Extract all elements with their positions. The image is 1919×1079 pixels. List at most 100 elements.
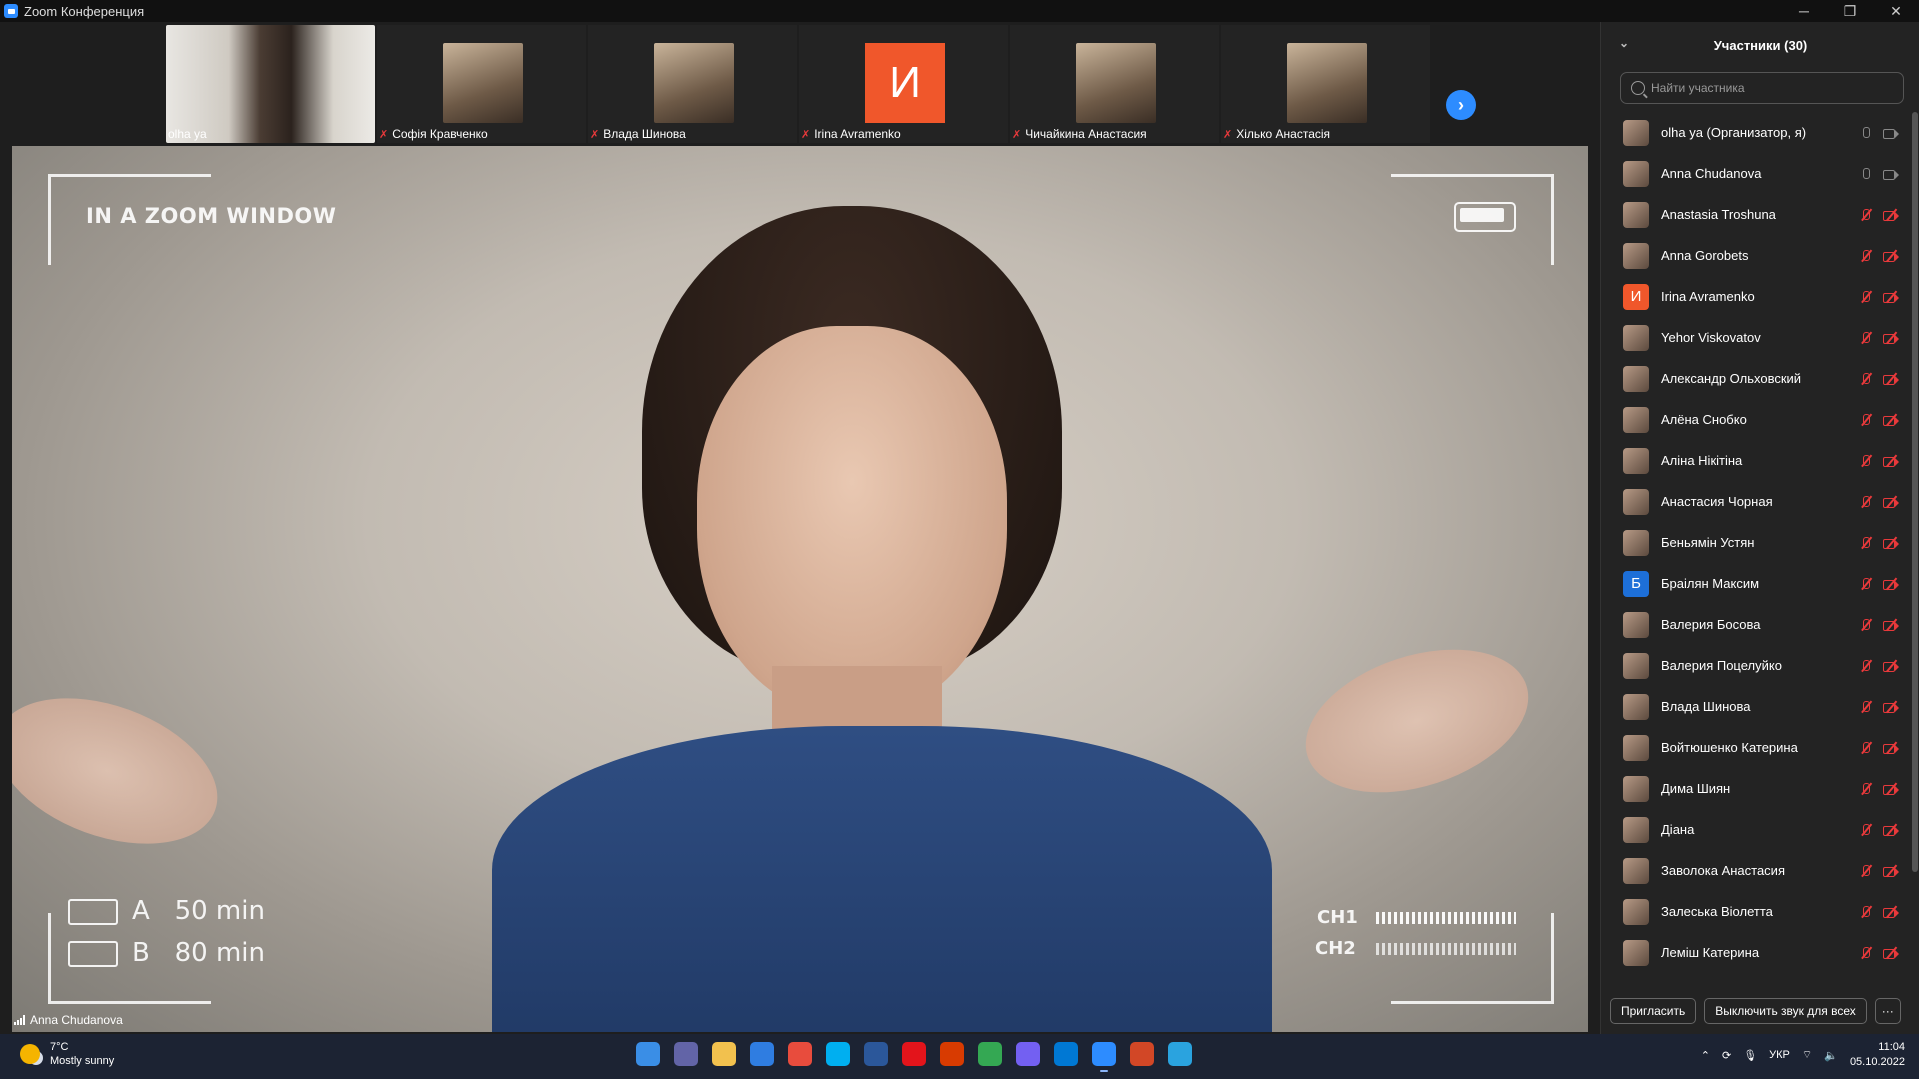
participant-row[interactable]: Беньямін Устян bbox=[1601, 522, 1919, 563]
participants-scrollbar[interactable] bbox=[1912, 112, 1918, 872]
chrome-2-icon[interactable] bbox=[978, 1042, 1002, 1066]
camera-off-icon[interactable] bbox=[1883, 946, 1899, 960]
clock[interactable]: 11:04 05.10.2022 bbox=[1850, 1040, 1905, 1070]
gallery-tile[interactable]: ✗ Софія Кравченко bbox=[377, 25, 586, 143]
participant-row[interactable]: Валерия Босова bbox=[1601, 604, 1919, 645]
mic-muted-icon[interactable] bbox=[1858, 700, 1873, 714]
mic-muted-icon[interactable] bbox=[1858, 536, 1873, 550]
camera-off-icon[interactable] bbox=[1883, 208, 1899, 222]
language-indicator[interactable]: УКР bbox=[1769, 1049, 1790, 1061]
participant-row[interactable]: Заволока Анастасия bbox=[1601, 850, 1919, 891]
participant-row[interactable]: Анастасия Чорная bbox=[1601, 481, 1919, 522]
wifi-icon[interactable]: ⌔ bbox=[1802, 1048, 1812, 1062]
more-options-button[interactable]: ··· bbox=[1874, 998, 1901, 1024]
mic-muted-icon[interactable] bbox=[1858, 495, 1873, 509]
zoom-icon[interactable] bbox=[1092, 1042, 1116, 1072]
camera-off-icon[interactable] bbox=[1883, 618, 1899, 632]
camera-off-icon[interactable] bbox=[1883, 864, 1899, 878]
close-button[interactable]: ✕ bbox=[1873, 0, 1919, 22]
chevron-up-icon[interactable]: ⌃ bbox=[1701, 1049, 1710, 1062]
invite-button[interactable]: Пригласить bbox=[1610, 998, 1697, 1024]
camera-off-icon[interactable] bbox=[1883, 577, 1899, 591]
mic-muted-icon[interactable] bbox=[1858, 331, 1873, 345]
mic-icon[interactable] bbox=[1858, 167, 1873, 181]
camera-off-icon[interactable] bbox=[1883, 659, 1899, 673]
camera-off-icon[interactable] bbox=[1883, 290, 1899, 304]
camera-off-icon[interactable] bbox=[1883, 741, 1899, 755]
gallery-tile[interactable]: ✗ Хілько Анастасія bbox=[1221, 25, 1430, 143]
participant-row[interactable]: Влада Шинова bbox=[1601, 686, 1919, 727]
camera-off-icon[interactable] bbox=[1883, 249, 1899, 263]
gallery-tile[interactable]: ✗ Чичайкина Анастасия bbox=[1010, 25, 1219, 143]
mic-muted-icon[interactable] bbox=[1858, 946, 1873, 960]
word-icon[interactable] bbox=[864, 1042, 888, 1066]
camera-off-icon[interactable] bbox=[1883, 782, 1899, 796]
participant-row[interactable]: Залеська Віолетта bbox=[1601, 891, 1919, 932]
telegram-icon[interactable] bbox=[1168, 1042, 1192, 1066]
windows-start-icon[interactable] bbox=[636, 1042, 660, 1066]
mic-muted-icon[interactable] bbox=[1858, 290, 1873, 304]
next-page-button[interactable]: › bbox=[1446, 90, 1476, 120]
volume-icon[interactable]: 🔈 bbox=[1824, 1049, 1838, 1062]
camera-off-icon[interactable] bbox=[1883, 823, 1899, 837]
sync-icon[interactable]: ⟳ bbox=[1722, 1049, 1731, 1062]
participant-row[interactable]: Діана bbox=[1601, 809, 1919, 850]
mic-muted-icon[interactable] bbox=[1858, 864, 1873, 878]
teams-chat-icon[interactable] bbox=[674, 1042, 698, 1066]
viber-icon[interactable] bbox=[1016, 1042, 1040, 1066]
camera-icon[interactable] bbox=[1883, 126, 1899, 140]
search-participant-input[interactable]: Найти участника bbox=[1620, 72, 1904, 104]
camera-off-icon[interactable] bbox=[1883, 454, 1899, 468]
camera-off-icon[interactable] bbox=[1883, 700, 1899, 714]
mic-muted-icon[interactable] bbox=[1858, 905, 1873, 919]
participant-row[interactable]: Anastasia Troshuna bbox=[1601, 194, 1919, 235]
gallery-tile[interactable]: И ✗ Irina Avramenko bbox=[799, 25, 1008, 143]
mic-muted-icon[interactable] bbox=[1858, 659, 1873, 673]
mic-muted-icon[interactable] bbox=[1858, 618, 1873, 632]
participant-row[interactable]: Yehor Viskovatov bbox=[1601, 317, 1919, 358]
camera-off-icon[interactable] bbox=[1883, 372, 1899, 386]
participant-row[interactable]: Александр Ольховский bbox=[1601, 358, 1919, 399]
mic-muted-icon[interactable] bbox=[1858, 208, 1873, 222]
camera-off-icon[interactable] bbox=[1883, 905, 1899, 919]
photos-icon[interactable] bbox=[1054, 1042, 1078, 1066]
file-explorer-icon[interactable] bbox=[712, 1042, 736, 1066]
chrome-icon[interactable] bbox=[788, 1042, 812, 1066]
participant-row[interactable]: И Irina Avramenko bbox=[1601, 276, 1919, 317]
office-icon[interactable] bbox=[940, 1042, 964, 1066]
powerpoint-icon[interactable] bbox=[1130, 1042, 1154, 1066]
participant-row[interactable]: Леміш Катерина bbox=[1601, 932, 1919, 973]
participant-row[interactable]: Валерия Поцелуйко bbox=[1601, 645, 1919, 686]
mic-icon[interactable] bbox=[1858, 126, 1873, 140]
participant-row[interactable]: Anna Gorobets bbox=[1601, 235, 1919, 276]
mic-muted-icon[interactable] bbox=[1858, 249, 1873, 263]
camera-off-icon[interactable] bbox=[1883, 331, 1899, 345]
mic-muted-icon[interactable] bbox=[1858, 577, 1873, 591]
participant-row[interactable]: Б Браілян Максим bbox=[1601, 563, 1919, 604]
mic-muted-icon[interactable] bbox=[1858, 372, 1873, 386]
acrobat-icon[interactable] bbox=[902, 1042, 926, 1066]
camera-off-icon[interactable] bbox=[1883, 536, 1899, 550]
store-icon[interactable] bbox=[750, 1042, 774, 1066]
minimize-button[interactable]: ─ bbox=[1781, 0, 1827, 22]
mic-muted-icon[interactable] bbox=[1858, 782, 1873, 796]
mic-muted-icon[interactable] bbox=[1858, 413, 1873, 427]
mute-all-button[interactable]: Выключить звук для всех bbox=[1704, 998, 1867, 1024]
microphone-icon[interactable]: 🎙 bbox=[1743, 1049, 1757, 1062]
mic-muted-icon[interactable] bbox=[1858, 823, 1873, 837]
participant-row[interactable]: Алёна Снобко bbox=[1601, 399, 1919, 440]
participant-row[interactable]: Anna Chudanova bbox=[1601, 153, 1919, 194]
chevron-down-icon[interactable]: ⌄ bbox=[1619, 36, 1629, 50]
active-speaker-video[interactable]: IN A ZOOM WINDOW A 50 min B 80 min CH1 C… bbox=[12, 146, 1588, 1032]
gallery-tile[interactable]: olha ya bbox=[166, 25, 375, 143]
participant-row[interactable]: Аліна Нікітіна bbox=[1601, 440, 1919, 481]
skype-icon[interactable] bbox=[826, 1042, 850, 1066]
mic-muted-icon[interactable] bbox=[1858, 454, 1873, 468]
mic-muted-icon[interactable] bbox=[1858, 741, 1873, 755]
gallery-tile[interactable]: ✗ Влада Шинова bbox=[588, 25, 797, 143]
camera-off-icon[interactable] bbox=[1883, 495, 1899, 509]
restore-button[interactable]: ❐ bbox=[1827, 0, 1873, 22]
participant-row[interactable]: Дима Шиян bbox=[1601, 768, 1919, 809]
camera-icon[interactable] bbox=[1883, 167, 1899, 181]
camera-off-icon[interactable] bbox=[1883, 413, 1899, 427]
